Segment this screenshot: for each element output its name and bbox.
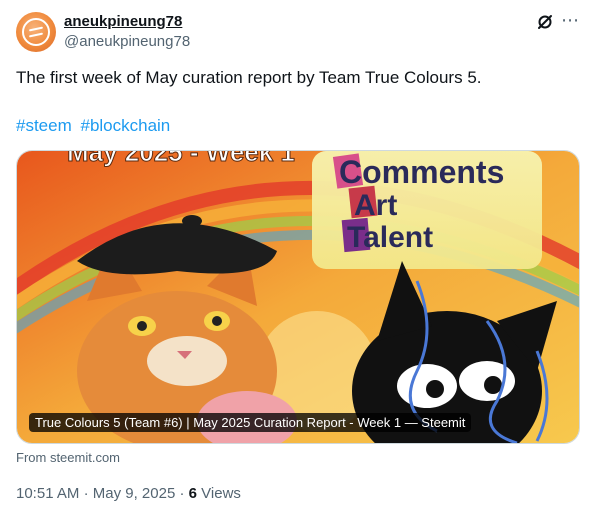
tweet-date[interactable]: May 9, 2025 (93, 485, 176, 502)
steem-logo-icon (22, 18, 50, 46)
views-count: 6 (188, 485, 197, 502)
banner-text: May 2025 - Week 1 (67, 151, 295, 167)
author-handle[interactable]: @aneukpineung78 (64, 33, 190, 50)
word-talent: Talent (347, 221, 433, 254)
meta-separator: · (83, 485, 89, 502)
hashtags: #steem #blockchain (16, 115, 174, 137)
author-name[interactable]: aneukpineung78 (64, 13, 182, 30)
link-card[interactable]: May 2025 - Week 1 Comments Art Talent Tr… (16, 150, 580, 444)
card-image: May 2025 - Week 1 Comments Art Talent (17, 151, 579, 443)
word-art: Art (354, 189, 397, 222)
author-avatar[interactable] (16, 12, 56, 52)
tweet-text: The first week of May curation report by… (16, 68, 482, 87)
views-label: Views (201, 485, 241, 502)
word-comments: Comments (339, 154, 504, 190)
hashtag-steem[interactable]: #steem (16, 116, 72, 135)
hashtag-blockchain[interactable]: #blockchain (80, 116, 170, 135)
card-caption[interactable]: True Colours 5 (Team #6) | May 2025 Cura… (29, 413, 472, 432)
tweet-meta: 10:51 AM · May 9, 2025 · 6 Views (16, 485, 241, 502)
grok-icon[interactable] (535, 12, 555, 32)
tweet-time[interactable]: 10:51 AM (16, 485, 79, 502)
card-source[interactable]: From steemit.com (16, 450, 120, 465)
more-options-icon[interactable]: ⋯ (561, 11, 581, 31)
meta-separator-2: · (179, 485, 185, 502)
